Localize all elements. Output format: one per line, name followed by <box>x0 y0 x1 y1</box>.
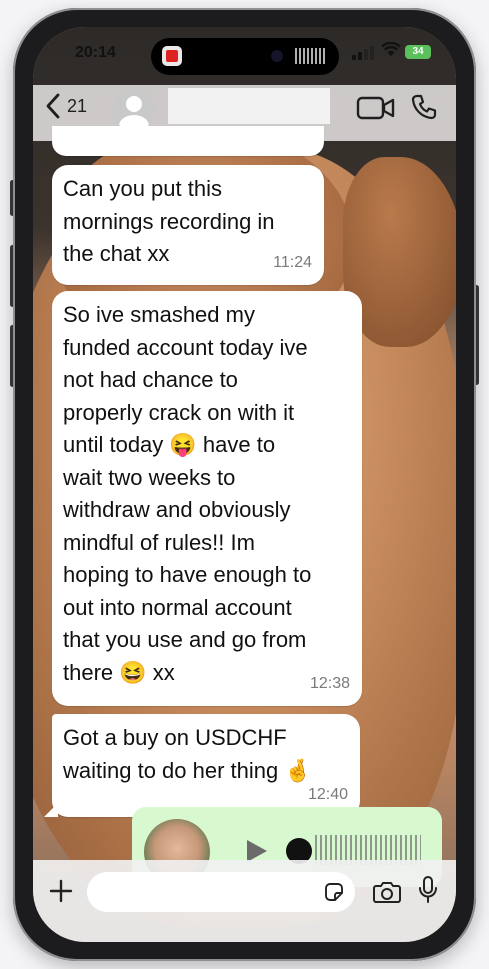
plus-icon[interactable] <box>48 878 74 908</box>
screen: 20:14 34 21 Can you put this mornings re… <box>33 27 456 942</box>
battery-level: 34 <box>405 45 431 59</box>
chevron-left-icon[interactable] <box>43 91 63 127</box>
camera-icon[interactable] <box>372 878 402 906</box>
back-unread-count[interactable]: 21 <box>67 96 87 117</box>
message-time: 12:38 <box>309 674 350 692</box>
message-bubble-partial[interactable] <box>52 126 324 156</box>
message-text <box>52 126 324 134</box>
contact-avatar[interactable] <box>113 89 155 131</box>
contact-name[interactable] <box>168 88 330 124</box>
audio-wave-icon <box>295 48 327 64</box>
message-text: So ive smashed my funded account today i… <box>63 302 312 685</box>
sticker-icon[interactable] <box>324 882 344 902</box>
message-bubble[interactable]: Got a buy on USDCHF waiting to do her th… <box>44 714 360 817</box>
message-input-bar <box>33 860 456 942</box>
microphone-icon[interactable] <box>417 874 439 906</box>
message-bubble[interactable]: So ive smashed my funded account today i… <box>52 291 362 706</box>
message-time: 11:24 <box>273 253 312 271</box>
phone-icon[interactable] <box>410 93 438 121</box>
message-bubble[interactable]: Can you put this mornings recording in t… <box>52 165 324 285</box>
front-camera-icon <box>271 50 283 62</box>
status-time: 20:14 <box>75 44 116 61</box>
status-bar: 20:14 34 <box>33 27 456 85</box>
message-input[interactable] <box>87 872 355 912</box>
wifi-icon <box>381 41 401 61</box>
signal-icon <box>352 46 374 60</box>
video-camera-icon[interactable] <box>356 95 396 121</box>
dynamic-island <box>151 38 339 75</box>
app-activity-icon <box>162 46 182 66</box>
message-text: Got a buy on USDCHF waiting to do her th… <box>63 725 312 783</box>
play-icon[interactable] <box>247 840 267 862</box>
